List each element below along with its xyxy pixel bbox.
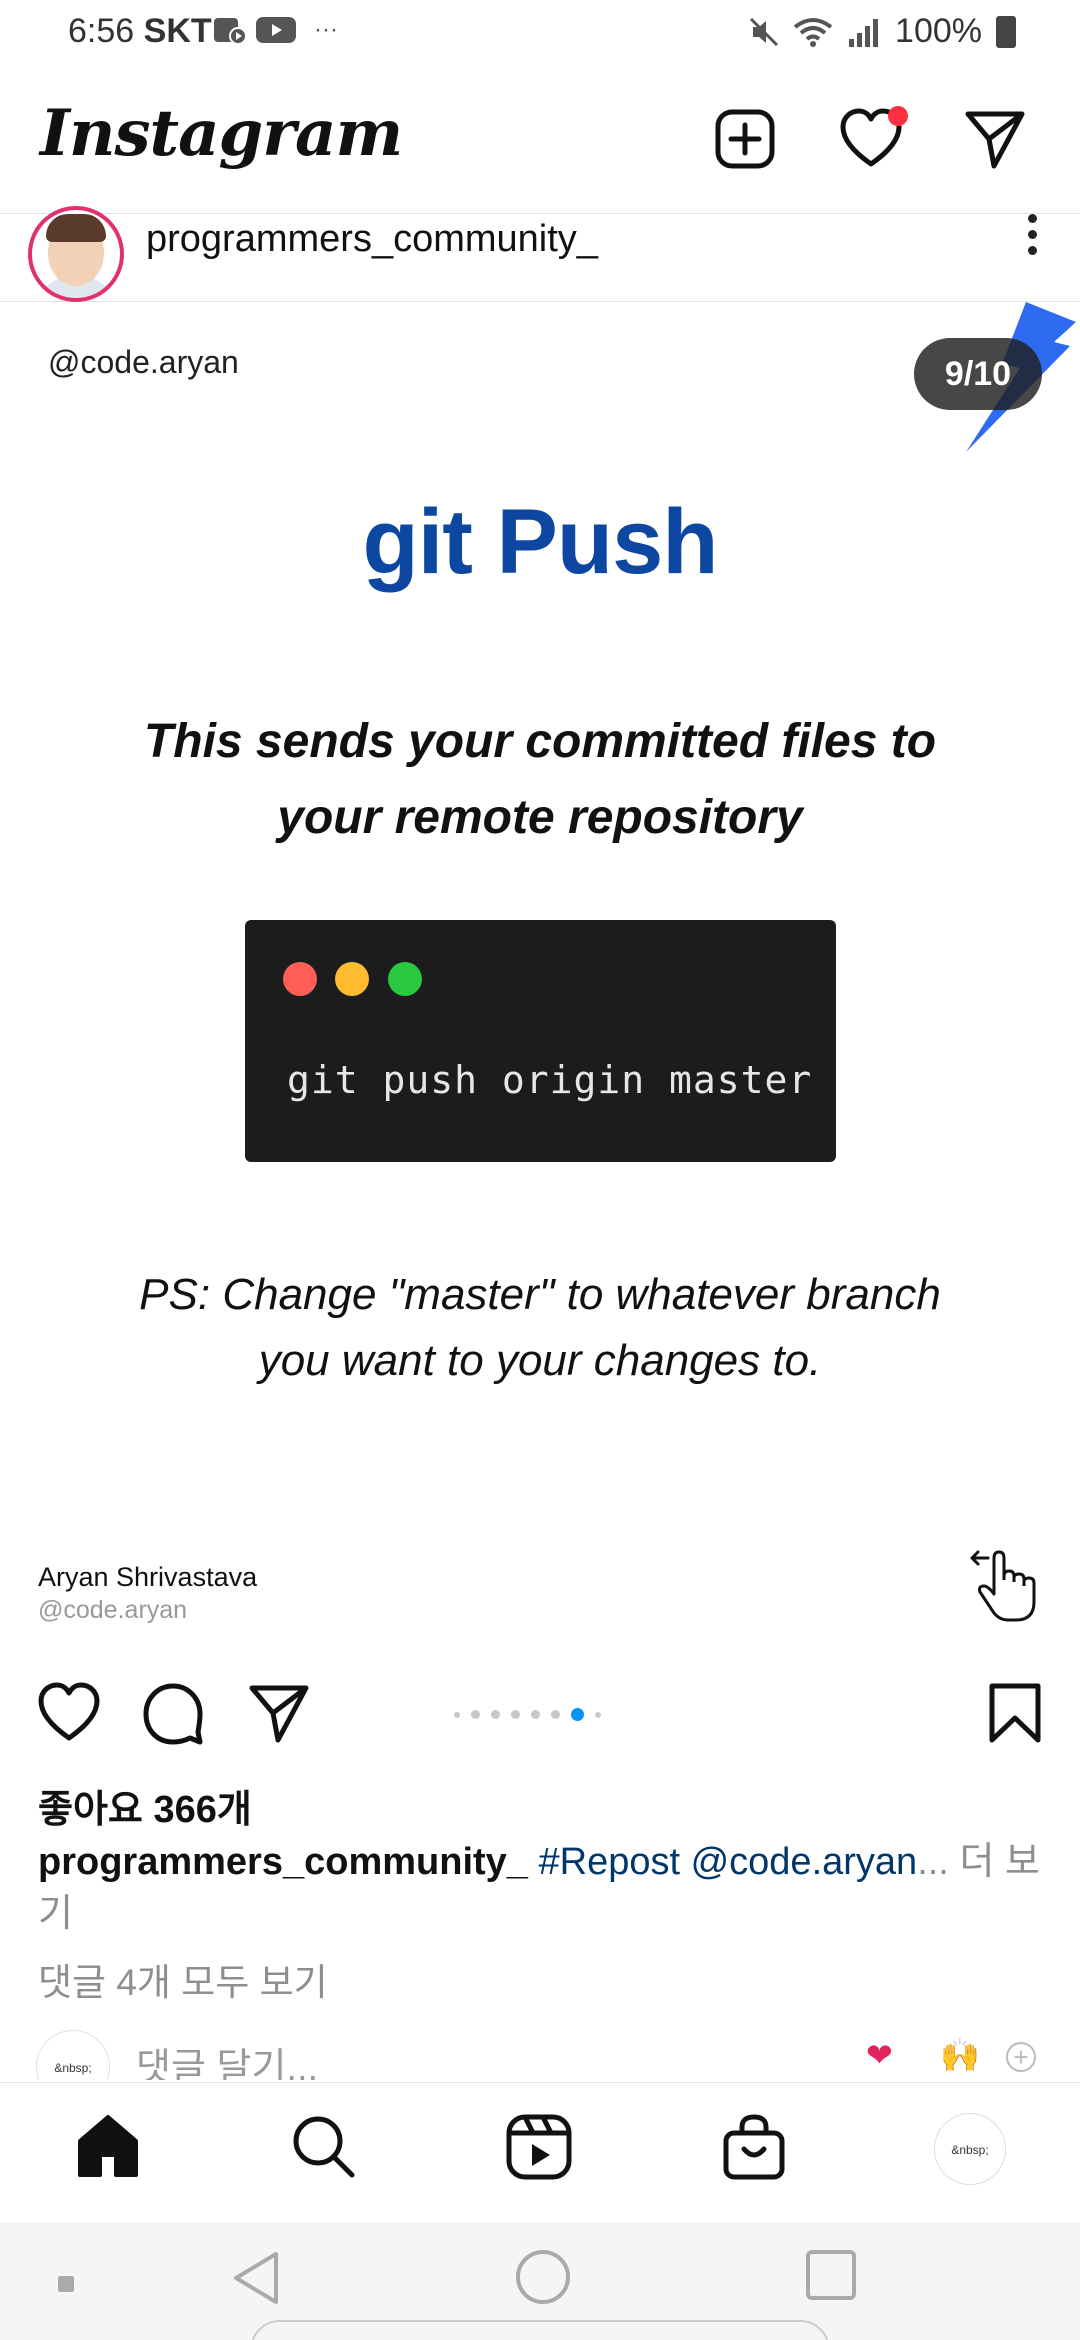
mute-icon — [749, 17, 779, 46]
like-heart-icon[interactable] — [36, 1680, 102, 1746]
battery-icon — [996, 15, 1016, 48]
comment-bubble-icon[interactable] — [140, 1680, 206, 1746]
recent-apps-icon[interactable] — [806, 2250, 856, 2300]
direct-message-icon[interactable] — [962, 106, 1028, 172]
carousel-dot — [471, 1710, 480, 1719]
system-navigation-bar — [0, 2222, 1080, 2340]
home-icon[interactable] — [72, 2111, 144, 2183]
post-actions — [0, 1680, 1080, 1750]
add-emoji-icon[interactable]: + — [1006, 2042, 1036, 2072]
gesture-pill — [250, 2320, 830, 2340]
create-post-icon[interactable] — [712, 106, 778, 172]
instagram-logo[interactable]: Instagram — [40, 96, 403, 171]
carousel-dot — [491, 1710, 500, 1719]
carousel-dot-active — [571, 1708, 584, 1721]
battery-percent: 100% — [895, 12, 982, 50]
status-right-icons: 100% — [749, 12, 1016, 51]
add-comment-row: &nbsp; 댓글 달기... ❤ 🙌 + — [0, 2030, 1080, 2080]
status-time: 6:56 SKT — [68, 12, 212, 51]
carrier-text: SKT — [143, 12, 212, 50]
back-icon[interactable] — [230, 2250, 284, 2306]
slide-author-handle: @code.aryan — [38, 1596, 188, 1624]
search-icon[interactable] — [288, 2111, 360, 2183]
slide-note: PS: Change "master" to whatever branch y… — [139, 1270, 941, 1385]
swipe-hand-icon — [970, 1550, 1036, 1622]
system-menu-button[interactable] — [58, 2276, 74, 2292]
slide-title: git Push — [362, 491, 719, 593]
slide-author-name: Aryan Shrivastava — [38, 1562, 258, 1592]
likes-count[interactable]: 좋아요 366개 — [38, 1778, 252, 1833]
wifi-icon — [793, 17, 833, 47]
terminal-command: git push origin master — [287, 1058, 813, 1102]
terminal-close-dot — [283, 962, 317, 996]
post-header: programmers_community_ — [0, 206, 1080, 302]
carousel-slide[interactable]: @code.aryan 9/10 git Push This sends you… — [0, 302, 1080, 1654]
caption-username[interactable]: programmers_community_ — [38, 1841, 528, 1883]
my-avatar[interactable]: &nbsp; — [36, 2030, 110, 2080]
bookmark-icon[interactable] — [982, 1680, 1048, 1746]
home-circle-icon[interactable] — [516, 2250, 570, 2304]
terminal-maximize-dot — [388, 962, 422, 996]
signal-icon — [849, 18, 879, 47]
notification-dot — [888, 106, 908, 126]
app-header: Instagram — [0, 66, 1080, 214]
post-username[interactable]: programmers_community_ — [146, 218, 598, 261]
carousel-indicator — [454, 1708, 601, 1721]
carousel-dot — [454, 1711, 460, 1718]
screen-record-icon — [214, 18, 247, 45]
view-all-comments-link[interactable]: 댓글 4개 모두 보기 — [38, 1952, 328, 2006]
slide-handle: @code.aryan — [48, 344, 239, 380]
post-avatar[interactable] — [28, 206, 124, 302]
carousel-dot — [595, 1711, 601, 1718]
share-send-icon[interactable] — [246, 1680, 312, 1746]
profile-avatar[interactable]: &nbsp; — [934, 2113, 1006, 2185]
avatar-hair-shape — [46, 214, 106, 242]
caption-text[interactable]: #Repost @code.aryan — [539, 1841, 918, 1883]
status-bar: 6:56 SKT ··· 100% — [0, 0, 1080, 66]
shop-bag-icon[interactable] — [718, 2111, 790, 2183]
quick-emoji-raised-hands[interactable]: 🙌 — [940, 2036, 980, 2074]
carousel-dot — [551, 1710, 560, 1719]
reels-icon[interactable] — [503, 2111, 575, 2183]
quick-emoji-heart[interactable]: ❤ — [866, 2036, 893, 2074]
more-options-icon[interactable] — [1022, 214, 1042, 260]
clock-text: 6:56 — [68, 12, 135, 50]
activity-button[interactable] — [838, 106, 908, 172]
bottom-navigation: &nbsp; — [0, 2082, 1080, 2222]
status-overflow-dots: ··· — [314, 16, 338, 43]
caption-ellipsis: ... — [917, 1841, 949, 1883]
comment-input[interactable]: 댓글 달기... — [136, 2036, 318, 2080]
terminal-window: git push origin master — [245, 920, 836, 1162]
post-caption: programmers_community_ #Repost @code.ary… — [38, 1836, 1048, 1940]
status-left-icons: ··· — [212, 14, 338, 46]
terminal-minimize-dot — [335, 962, 369, 996]
slide-description: This sends your committed files to your … — [143, 715, 937, 844]
carousel-dot — [511, 1710, 520, 1719]
youtube-icon — [256, 17, 296, 43]
carousel-dot — [531, 1710, 540, 1719]
slide-counter: 9/10 — [914, 338, 1042, 410]
